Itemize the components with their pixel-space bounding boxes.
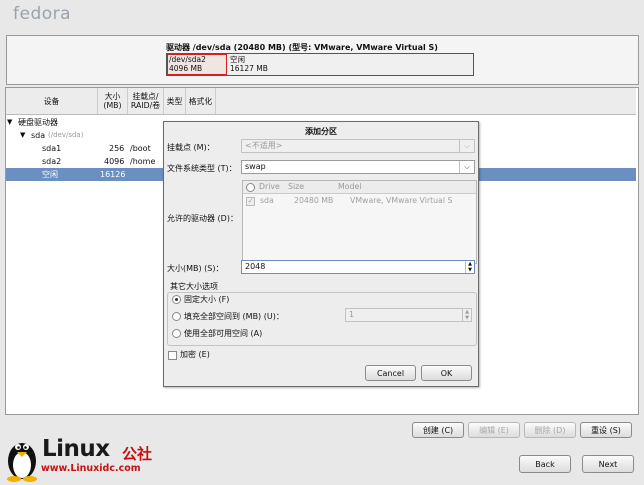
segment-name: 空闲 [230,55,245,64]
size-spinbox[interactable]: 2048 ▲ ▼ [241,260,475,274]
reset-button[interactable]: 重设 (S) [580,422,632,438]
add-partition-dialog: 添加分区 挂载点 (M)： <不适用> ⌵ 文件系统类型 (T)： swap ⌵… [163,121,479,387]
table-header: 设备 大小 (MB) 挂载点/ RAID/卷 类型 格式化 [6,88,636,115]
row-size: 256 [109,144,125,153]
back-button[interactable]: Back [519,455,571,473]
watermark-brand-cn: 公社 [122,445,153,463]
drives-list-header: Drive Size Model [243,181,476,194]
spinner-arrows-icon[interactable]: ▲ ▼ [465,261,474,273]
fill-upto-label: 填充全部空间到 (MB) (U)： [184,312,284,321]
mount-point-combo[interactable]: <不适用> ⌵ [241,139,475,153]
segment-name: /dev/sda2 [169,55,206,64]
cancel-button-label: Cancel [376,369,405,378]
row-size: 16126 [100,170,126,179]
drive-col-model: Model [338,182,362,191]
partition-segment-free[interactable]: 空闲 16127 MB [228,54,473,75]
watermark-brand: Linux [42,436,110,462]
cancel-button[interactable]: Cancel [365,365,416,381]
drive-row[interactable]: ✓ sda 20480 MB VMware, VMware Virtual S [243,194,476,207]
tux-penguin-icon [4,434,40,485]
mount-point-value: <不适用> [245,141,283,150]
drive-col-drive: Drive [259,182,280,191]
ok-button-label: OK [440,369,453,378]
watermark-url: www.Linuxidc.com [41,463,141,474]
ok-button[interactable]: OK [421,365,472,381]
fixed-size-label: 固定大小 (F) [184,295,230,304]
row-mount: /boot [130,144,151,153]
top-header [0,0,644,30]
other-size-options-label: 其它大小选项 [170,282,218,291]
segment-size: 16127 MB [230,64,268,73]
size-label: 大小(MB) (S)： [167,264,224,273]
drive-col-size: Size [288,182,305,191]
encrypt-checkbox[interactable] [168,351,177,360]
expand-triangle-icon[interactable]: ▼ [7,116,12,129]
row-size: 4096 [104,157,125,166]
column-header-type[interactable]: 类型 [164,88,186,114]
select-all-radio [246,183,255,192]
fill-upto-spinbox[interactable]: 1 ▲ ▼ [345,308,472,322]
size-value: 2048 [245,262,266,271]
edit-button[interactable]: 编辑 (E) [468,422,520,438]
fill-upto-radio[interactable] [172,312,181,321]
fs-type-label: 文件系统类型 (T)： [167,164,237,173]
drive-name: sda [260,196,274,205]
drive-checkbox[interactable]: ✓ [246,197,255,206]
column-header-size[interactable]: 大小 (MB) [98,88,128,114]
spinner-arrows-icon[interactable]: ▲ ▼ [462,309,471,321]
row-device-path: (/dev/sda) [48,131,84,139]
segment-size: 4096 MB [169,64,203,73]
drive-title: 驱动器 /dev/sda (20480 MB) (型号: VMware, VMw… [166,43,438,52]
row-device: 空闲 [42,170,58,179]
allowed-drives-list[interactable]: Drive Size Model ✓ sda 20480 MB VMware, … [242,180,477,264]
column-header-format[interactable]: 格式化 [186,88,216,114]
column-header-mount[interactable]: 挂载点/ RAID/卷 [128,88,164,114]
fs-type-select[interactable]: swap ⌵ [241,160,475,174]
row-device: sda [31,131,46,140]
drive-size: 20480 MB [294,196,334,205]
allowed-drives-label: 允许的驱动器 (D)： [167,214,238,223]
partition-segment-sda2[interactable]: /dev/sda2 4096 MB [167,54,227,75]
fs-type-value: swap [245,162,266,171]
expand-triangle-icon[interactable]: ▼ [20,129,25,142]
fill-upto-value: 1 [349,310,355,319]
fill-all-label: 使用全部可用空间 (A) [184,329,263,338]
fill-all-radio[interactable] [172,329,181,338]
next-button[interactable]: Next [582,455,634,473]
row-device: sda2 [42,157,62,166]
column-header-device[interactable]: 设备 [6,88,98,114]
dialog-title: 添加分区 [305,127,337,136]
row-device: sda1 [42,144,62,153]
chevron-down-icon: ⌵ [459,140,474,152]
fedora-logo: fedora [13,4,72,24]
encrypt-label: 加密 (E) [180,350,210,359]
create-button[interactable]: 创建 (C) [412,422,464,438]
fixed-size-radio[interactable] [172,295,181,304]
drive-partition-bar: /dev/sda2 4096 MB 空闲 16127 MB [166,53,474,76]
chevron-down-icon: ⌵ [459,161,474,173]
mount-point-label: 挂载点 (M)： [167,143,215,152]
row-device: 硬盘驱动器 [18,118,58,127]
delete-button[interactable]: 删除 (D) [524,422,576,438]
drive-model: VMware, VMware Virtual S [350,196,453,205]
row-mount: /home [130,157,156,166]
